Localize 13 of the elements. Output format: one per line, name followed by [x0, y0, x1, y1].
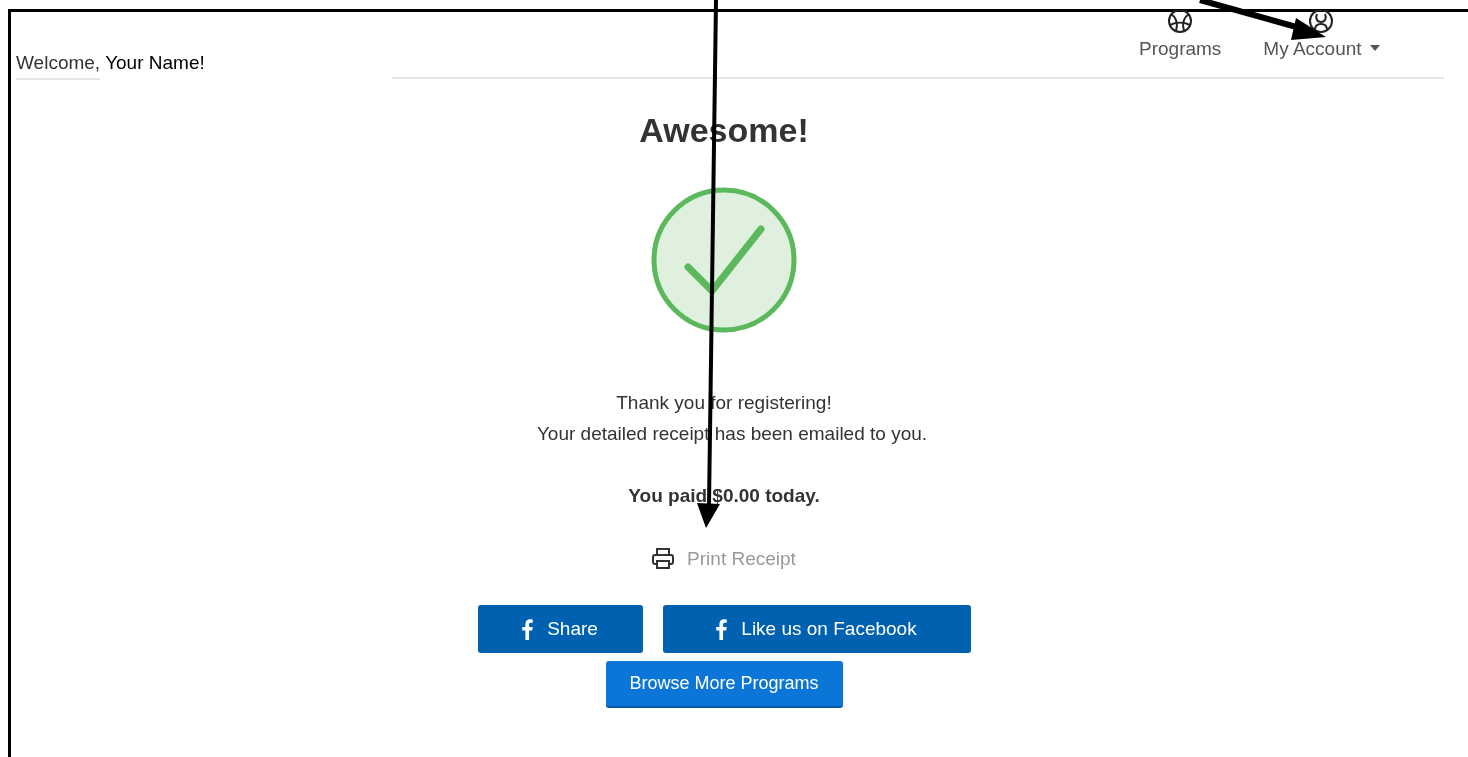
nav-link[interactable]: Programs: [1129, 10, 1232, 60]
checkmark-icon: [651, 187, 797, 333]
payment-text: You paid $0.00 today.: [628, 485, 820, 507]
nav-link[interactable]: My Account: [1253, 10, 1390, 60]
printer-icon: [652, 548, 675, 570]
message-text: Thank you for registering!: [616, 392, 832, 414]
welcome-label: Welcome,: [16, 52, 101, 80]
facebook-button[interactable]: Share: [477, 605, 643, 653]
user-name: Your Name!: [105, 52, 205, 75]
facebook-button[interactable]: Like us on Facebook: [662, 605, 971, 653]
browse-programs-button[interactable]: Browse More Programs: [605, 661, 843, 708]
facebook-icon: [522, 618, 534, 640]
facebook-icon: [716, 618, 728, 640]
